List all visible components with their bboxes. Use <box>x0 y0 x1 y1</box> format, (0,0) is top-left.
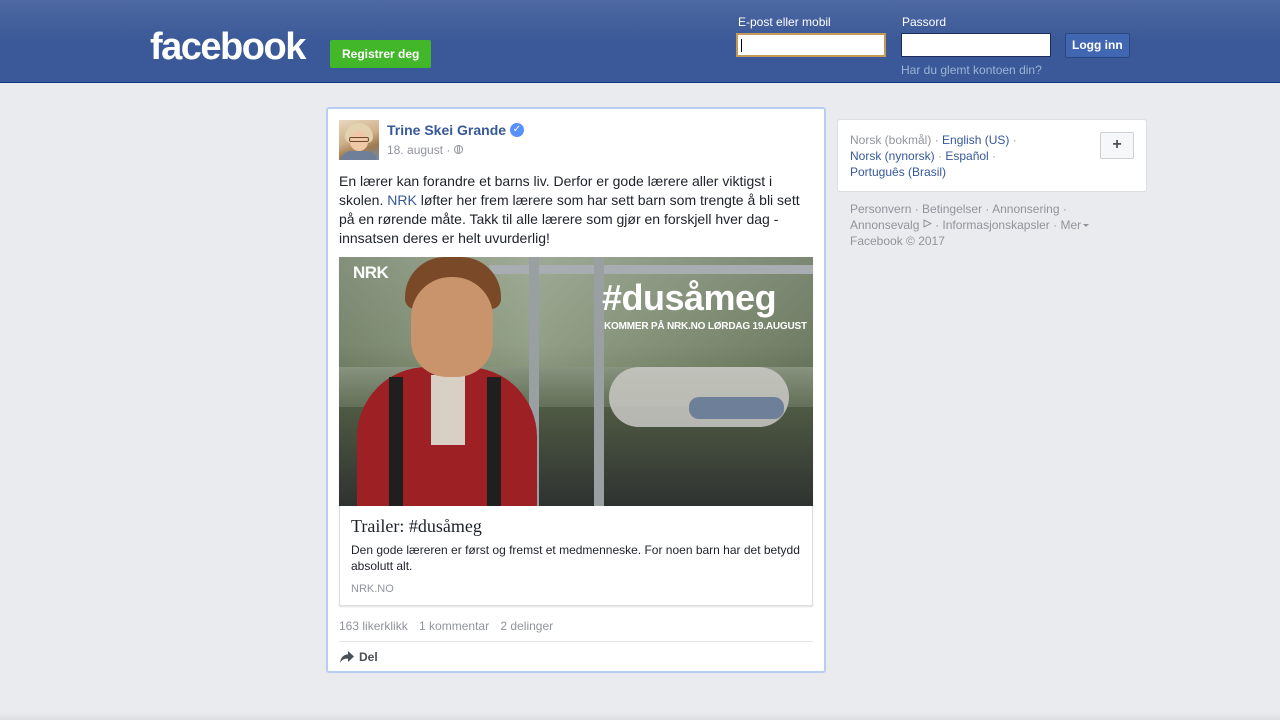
forgot-account-link[interactable]: Har du glemt kontoen din? <box>901 63 1042 77</box>
post-meta: 18. august · <box>387 143 450 157</box>
language-list: Norsk (bokmål) · English (US) · Norsk (n… <box>850 132 1090 180</box>
footer-links: Personvern · Betingelser · Annonsering ·… <box>850 201 1150 249</box>
footer-link-adchoices[interactable]: Annonsevalg <box>850 218 919 232</box>
avatar-shirt <box>341 151 377 160</box>
login-button[interactable]: Logg inn <box>1065 33 1130 58</box>
language-english[interactable]: English (US) <box>942 133 1009 147</box>
language-sep: · <box>1009 133 1017 147</box>
preview-description: Den gode læreren er først og fremst et m… <box>351 543 800 573</box>
comments-count[interactable]: 1 kommentar <box>419 619 489 633</box>
language-nynorsk[interactable]: Norsk (nynorsk) <box>850 149 935 163</box>
link-preview[interactable]: NRK #dusåmeg KOMMER PÅ NRK.NO LØRDAG 19.… <box>339 257 813 606</box>
author-avatar[interactable] <box>339 120 379 160</box>
backpack-strap <box>487 377 501 506</box>
language-sep: · <box>934 149 946 163</box>
shares-count[interactable]: 2 delinger <box>500 619 553 633</box>
top-bar: facebook Registrer deg E-post eller mobi… <box>0 0 1280 83</box>
password-label: Passord <box>902 15 947 29</box>
footer-sep: · <box>931 218 943 232</box>
boy-shirt <box>431 375 465 445</box>
footer-sep: · <box>982 202 993 216</box>
bottom-edge <box>0 712 1280 720</box>
share-button[interactable]: Del <box>339 650 378 666</box>
footer-link-terms[interactable]: Betingelser <box>922 202 982 216</box>
footer-link-cookies[interactable]: Informasjonskapsler <box>942 218 1049 232</box>
footer-sep: · <box>1059 202 1067 216</box>
footer-link-advertising[interactable]: Annonsering <box>992 202 1059 216</box>
verified-icon: ✓ <box>510 123 524 137</box>
chevron-down-icon <box>1083 224 1090 228</box>
footer-link-privacy[interactable]: Personvern <box>850 202 911 216</box>
email-label: E-post eller mobil <box>738 15 831 29</box>
facebook-logo[interactable]: facebook <box>150 26 306 68</box>
share-arrow-icon <box>340 650 354 663</box>
text-caret <box>741 39 742 52</box>
swinging-child-legs <box>689 397 784 419</box>
language-sep: · <box>988 149 997 163</box>
preview-domain: NRK.NO <box>351 583 394 595</box>
author-name[interactable]: Trine Skei Grande <box>387 122 506 138</box>
footer-sep: · <box>911 202 923 216</box>
post-card: Trine Skei Grande ✓ 18. august · En lære… <box>326 107 826 673</box>
backpack-strap <box>389 377 403 506</box>
language-current: Norsk (bokmål) <box>850 133 932 147</box>
register-button[interactable]: Registrer deg <box>330 40 432 68</box>
boy-face <box>411 277 493 377</box>
preview-title[interactable]: Trailer: #dusåmeg <box>351 516 482 537</box>
add-language-button[interactable]: + <box>1100 132 1134 159</box>
adchoices-icon <box>923 219 932 229</box>
footer-sep: · <box>1049 218 1061 232</box>
globe-icon[interactable] <box>454 145 463 154</box>
stats-divider <box>339 641 813 642</box>
nrk-link[interactable]: NRK <box>387 192 417 208</box>
likes-count[interactable]: 163 likerklikk <box>339 619 408 633</box>
email-field[interactable] <box>736 33 886 57</box>
meta-separator: · <box>446 143 451 157</box>
avatar-glasses <box>349 137 369 142</box>
preview-image[interactable]: NRK #dusåmeg KOMMER PÅ NRK.NO LØRDAG 19.… <box>339 257 813 506</box>
image-hashtag: #dusåmeg <box>602 277 777 318</box>
language-portuguese[interactable]: Português (Brasil) <box>850 165 946 179</box>
post-text: En lærer kan forandre et barns liv. Derf… <box>339 172 809 248</box>
share-label: Del <box>359 650 378 664</box>
copyright: Facebook © 2017 <box>850 234 945 248</box>
nrk-logo: NRK <box>353 263 389 282</box>
footer-link-more[interactable]: Mer <box>1060 218 1081 232</box>
language-box: Norsk (bokmål) · English (US) · Norsk (n… <box>837 119 1147 192</box>
post-date[interactable]: 18. august <box>387 143 443 157</box>
language-sep: · <box>931 133 943 147</box>
password-field[interactable] <box>901 33 1051 57</box>
post-stats: 163 likerklikk 1 kommentar 2 delinger <box>339 619 561 633</box>
language-spanish[interactable]: Español <box>945 149 988 163</box>
image-caption: KOMMER PÅ NRK.NO LØRDAG 19.AUGUST <box>604 321 807 332</box>
